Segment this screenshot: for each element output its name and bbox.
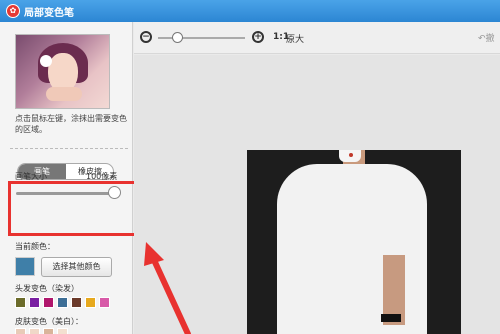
- current-color-label: 当前颜色：: [15, 242, 55, 251]
- annotation-highlight-box: [8, 181, 152, 236]
- hair-swatch[interactable]: [43, 297, 54, 308]
- hair-swatch[interactable]: [15, 297, 26, 308]
- hair-swatch[interactable]: [85, 297, 96, 308]
- app-logo-icon: ✿: [6, 4, 20, 18]
- undo-button[interactable]: ↶撤: [478, 31, 495, 44]
- zoom-original-label[interactable]: 原大: [286, 32, 304, 45]
- skin-swatch[interactable]: [43, 328, 54, 334]
- current-color-swatch[interactable]: [15, 257, 35, 276]
- undo-icon: ↶: [478, 34, 486, 44]
- preview-flower: [40, 55, 52, 67]
- photo-mask-mark: [349, 153, 353, 157]
- photo[interactable]: [247, 150, 461, 334]
- choose-other-color-button[interactable]: 选择其他颜色: [41, 257, 112, 277]
- zoom-out-icon[interactable]: −: [140, 31, 152, 43]
- preview-hands: [46, 87, 82, 101]
- skin-swatch[interactable]: [57, 328, 68, 334]
- hair-swatch[interactable]: [29, 297, 40, 308]
- skin-swatch[interactable]: [15, 328, 26, 334]
- zoom-toolbar: − + 1:1 原大 ↶撤: [134, 22, 500, 54]
- undo-label: 撤: [485, 34, 495, 44]
- title-bar: ✿ 局部变色笔: [0, 0, 500, 22]
- hair-swatch[interactable]: [99, 297, 110, 308]
- skin-color-label: 皮肤变色（美白）：: [15, 317, 83, 326]
- annotation-arrow-icon: [144, 242, 191, 334]
- hair-swatch[interactable]: [57, 297, 68, 308]
- photo-watch: [381, 314, 401, 322]
- usage-hint: 点击鼠标左键，涂抹出需要变色的区域。: [15, 114, 127, 134]
- hair-swatch[interactable]: [71, 297, 82, 308]
- zoom-slider-thumb[interactable]: [172, 32, 183, 43]
- skin-swatch[interactable]: [29, 328, 40, 334]
- zoom-in-icon[interactable]: +: [252, 31, 264, 43]
- preview-thumbnail: [15, 34, 110, 109]
- hair-color-label: 头发变色（染发）: [15, 284, 79, 293]
- window-title: 局部变色笔: [24, 8, 74, 19]
- divider: [10, 148, 128, 149]
